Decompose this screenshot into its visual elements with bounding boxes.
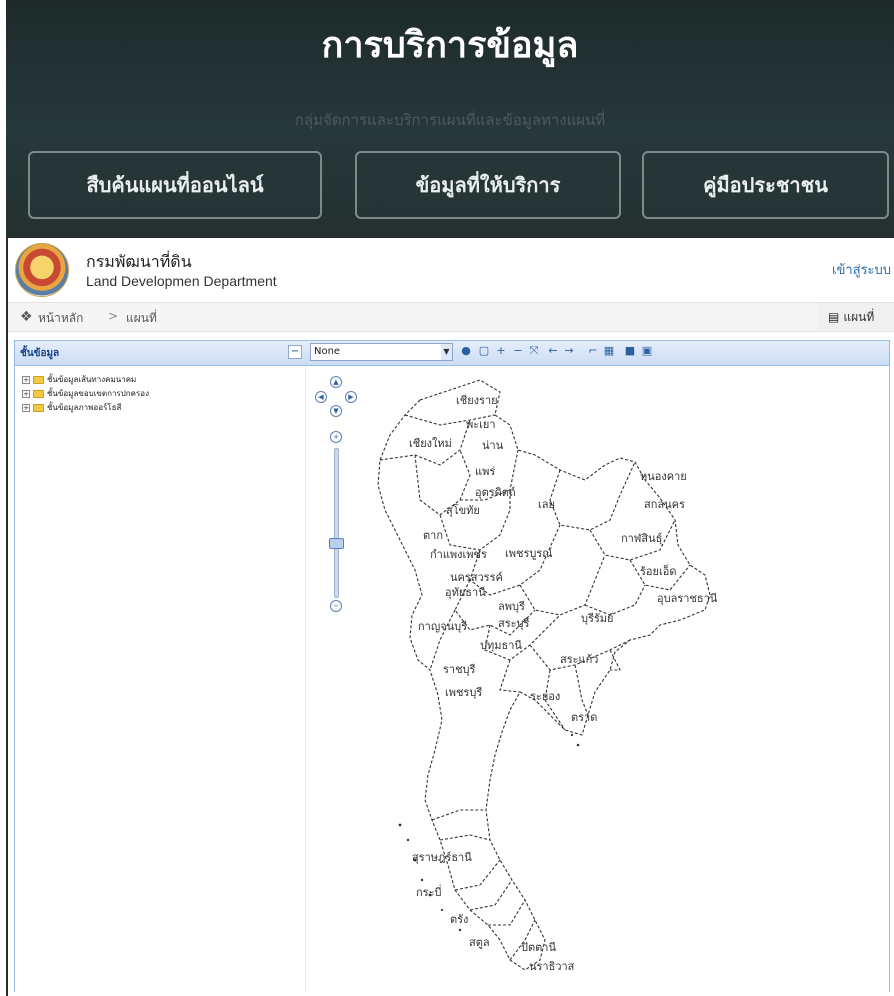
chevron-down-icon[interactable]: ▼ [441,344,452,360]
province-label: สุโขทัย [446,504,480,517]
login-link[interactable]: เข้าสู่ระบบ [832,259,891,280]
province-label: สระบุรี [498,617,530,630]
department-logo [15,243,69,297]
province-label: พะเยา [466,418,496,431]
map-tab-label: แผนที่ [843,309,875,324]
province-label: กาญจนบุรี [418,620,468,633]
expand-icon[interactable]: + [22,403,30,412]
map-tab[interactable]: ▤ แผนที่ [818,303,894,331]
province-label: อุทัยธานี [445,586,486,599]
province-label: สุราษฎร์ธานี [412,851,472,864]
folder-icon [33,375,44,384]
breadcrumb-current: แผนที่ [126,311,157,325]
province-label: หนองคาย [640,470,687,483]
page-border [6,238,8,996]
map-icon: ▤ [828,310,840,324]
province-label: กำแพงเพชร [430,548,487,561]
tree-item-label: ชั้นข้อมูลขอบเขตการปกครอง [47,389,150,398]
pan-icon[interactable]: ▢ [476,343,492,359]
province-label: ปทุมธานี [480,639,522,652]
org-name-english: Land Developmen Department [86,273,277,289]
hero-title: การบริการข้อมูล [321,25,579,66]
tree-item[interactable]: + ชั้นข้อมูลเส้นทางคมนาคม [22,373,136,386]
basemap-select[interactable]: None [310,343,453,361]
province-label: อุตรดิตถ์ [475,486,516,499]
province-label: ปัตตานี [521,941,556,954]
province-label: ตาก [423,529,443,542]
province-label: ตรัง [450,913,469,926]
province-label: สตูล [469,936,490,949]
zoom-in-tool-icon[interactable]: + [493,343,509,359]
province-label: แพร่ [475,465,496,478]
province-label: เชียงราย [456,394,498,407]
panel-divider [305,366,306,992]
hero-subtitle: กลุ่มจัดการและบริการแผนที่และข้อมูลทางแผ… [294,111,606,129]
info-icon[interactable]: ● [458,343,474,359]
province-label: กระบี่ [416,886,442,899]
folder-icon [33,403,44,412]
print-icon[interactable]: ■ [622,343,638,359]
province-label: น่าน [482,439,504,452]
province-label: นราธิวาส [529,960,575,973]
province-label: เพชรบูรณ์ [505,547,553,560]
zoom-slider[interactable] [334,448,339,598]
zoom-out-tool-icon[interactable]: − [510,343,526,359]
online-map-search-button[interactable]: สืบค้นแผนที่ออนไลน์ [28,151,322,219]
zoom-slider-handle[interactable] [329,538,344,549]
collapse-panel-button[interactable]: − [288,345,302,359]
breadcrumb-home[interactable]: หน้าหลัก [38,309,83,328]
measure-distance-icon[interactable]: ⌐ [585,343,601,359]
pan-right-icon[interactable]: ▶ [345,391,357,403]
home-icon[interactable]: ❖ [20,309,33,325]
measure-area-icon[interactable]: ▦ [601,343,617,359]
services-data-button[interactable]: ข้อมูลที่ให้บริการ [355,151,621,219]
pan-left-icon[interactable]: ◀ [315,391,327,403]
expand-icon[interactable]: + [22,375,30,384]
province-label: ตราด [571,711,598,724]
province-label: ร้อยเอ็ด [640,565,677,578]
province-label: กาฬสินธุ์ [621,532,663,545]
hero-banner: การบริการข้อมูล กลุ่มจัดการและบริการแผนท… [6,0,894,238]
province-label: ระยอง [530,690,561,703]
province-label: อุบลราชธานี [657,592,718,605]
layer-panel-title: ชั้นข้อมูล [20,348,60,359]
province-label: สระแก้ว [560,653,599,666]
tree-item-label: ชั้นข้อมูลเส้นทางคมนาคม [47,375,137,384]
citizen-manual-button[interactable]: คู่มือประชาชน [642,151,889,219]
province-label: ลพบุรี [498,600,525,613]
org-name-thai: กรมพัฒนาที่ดิน [86,252,192,271]
province-label: สกลนคร [644,498,685,511]
zoom-out-icon[interactable]: − [330,600,342,612]
next-view-icon[interactable]: → [561,343,577,359]
province-label: เพชรบุรี [445,686,483,699]
full-extent-icon[interactable]: ⤧ [526,343,542,359]
folder-icon [33,389,44,398]
breadcrumb-separator: > [108,309,119,323]
province-label: ราชบุรี [443,663,476,676]
zoom-in-icon[interactable]: + [330,431,342,443]
pan-down-icon[interactable]: ▼ [330,405,342,417]
expand-icon[interactable]: + [22,389,30,398]
tree-item-label: ชั้นข้อมูลภาพออร์โธสี [47,403,122,412]
province-label: เลย [538,498,555,511]
tree-item[interactable]: + ชั้นข้อมูลภาพออร์โธสี [22,401,121,414]
previous-view-icon[interactable]: ← [545,343,561,359]
province-label: บุรีรัมย์ [581,612,614,625]
province-label: เชียงใหม่ [409,437,452,450]
export-icon[interactable]: ▣ [639,343,655,359]
tree-item[interactable]: + ชั้นข้อมูลขอบเขตการปกครอง [22,387,149,400]
pan-up-icon[interactable]: ▲ [330,376,342,388]
